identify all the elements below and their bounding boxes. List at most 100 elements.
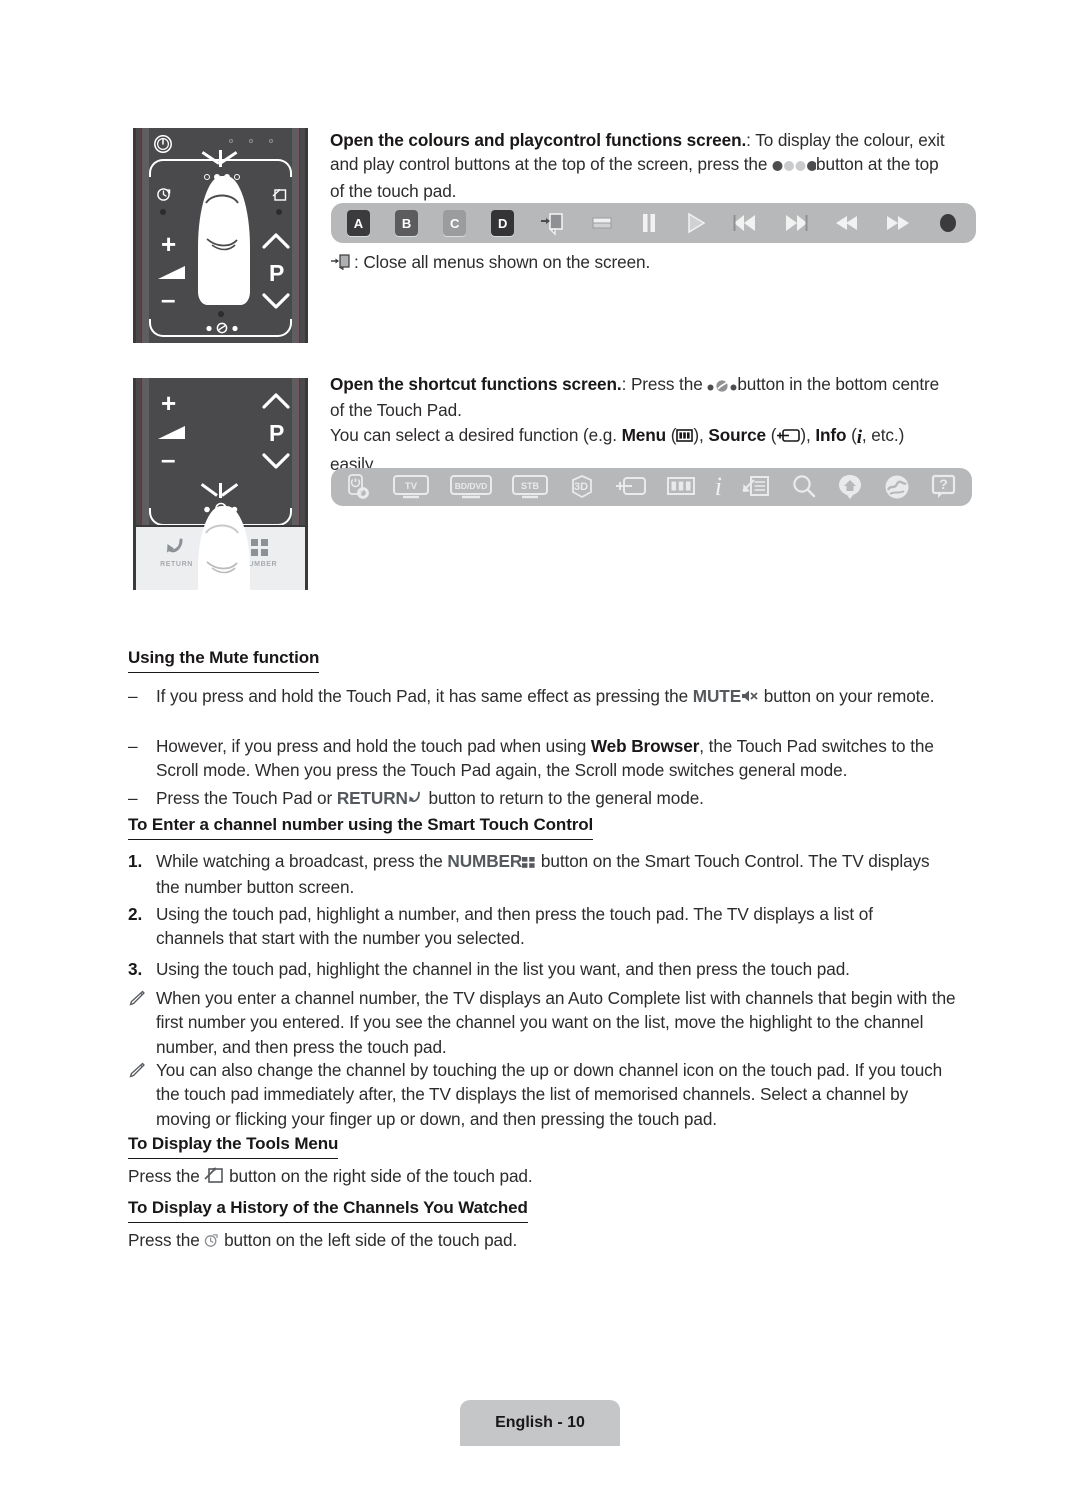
history-text-pre: Press the — [128, 1230, 205, 1250]
channel-note-2: You can also change the channel by touch… — [128, 1058, 958, 1131]
history-section-text: Press the button on the left side of the… — [128, 1228, 943, 1254]
channel-section-heading: To Enter a channel number using the Smar… — [128, 815, 593, 840]
remote-top-touchpad-illustration: + – P — [133, 128, 308, 343]
tools-text-post: button on the right side of the touch pa… — [224, 1166, 533, 1186]
number-keyword: NUMBER — [447, 851, 523, 871]
bd-dvd-icon[interactable]: BD/DVD — [449, 474, 493, 500]
step-text: Using the touch pad, highlight the chann… — [156, 959, 850, 979]
list-text: However, if you press and hold the touch… — [156, 734, 943, 783]
mute-list-item-3: – Press the Touch Pad or RETURN button t… — [128, 786, 943, 812]
menu-word: Menu — [621, 424, 667, 445]
remote-body-2: + – P RETURN NUMBER — [133, 378, 308, 590]
channel-step-3: 3. Using the touch pad, highlight the ch… — [128, 957, 943, 981]
list-text: If you press and hold the Touch Pad, it … — [156, 684, 943, 710]
fingernail-icon — [205, 194, 239, 204]
list-text-pre: Press the Touch Pad or — [156, 788, 337, 808]
number-grid-icon — [522, 851, 536, 875]
channel-down-icon — [262, 293, 290, 309]
shortcut-functions-heading: Open the shortcut functions screen. — [330, 374, 622, 394]
colours-and-playcontrol-bar[interactable]: A B C D — [331, 203, 976, 243]
history-section-heading: To Display a History of the Channels You… — [128, 1198, 528, 1223]
mute-list-item-2: – However, if you press and hold the tou… — [128, 734, 943, 783]
channel-up-icon — [262, 233, 290, 249]
list-marker: – — [128, 788, 138, 808]
web-browser-icon[interactable] — [883, 473, 911, 501]
power-icon — [154, 135, 172, 153]
list-text-pre: If you press and hold the Touch Pad, it … — [156, 686, 693, 706]
list-marker: – — [128, 736, 138, 756]
paren-open-source: ( — [766, 424, 777, 445]
power-settings-icon[interactable] — [345, 473, 373, 501]
svg-text:STB: STB — [521, 481, 540, 491]
three-d-icon[interactable]: 3D — [568, 473, 596, 501]
stop-icon[interactable] — [590, 211, 614, 235]
menu-icon[interactable] — [666, 474, 696, 500]
volume-icon — [158, 266, 185, 279]
stb-icon[interactable]: STB — [511, 474, 549, 500]
exit-icon[interactable] — [539, 210, 565, 236]
step-marker: 1. — [128, 851, 143, 871]
return-label: RETURN — [160, 561, 193, 568]
source-icon-inline — [776, 425, 801, 449]
record-icon[interactable] — [936, 211, 960, 235]
list-text: Press the Touch Pad or RETURN button to … — [156, 786, 943, 812]
tools-section-text: Press the button on the right side of th… — [128, 1164, 943, 1190]
history-text-post: button on the left side of the touch pad… — [219, 1230, 518, 1250]
four-dot-button-icon-inline — [772, 154, 818, 178]
button-d[interactable]: D — [491, 210, 515, 236]
step-text-pre: While watching a broadcast, press the — [156, 851, 448, 871]
pause-icon[interactable] — [639, 211, 659, 235]
shortcut-functions-body: : Press the — [621, 374, 703, 394]
next-icon[interactable] — [783, 211, 809, 235]
step-text: Using the touch pad, highlight a number,… — [156, 904, 873, 949]
mute-list-item-1: – If you press and hold the Touch Pad, i… — [128, 684, 943, 710]
paren-close-source: ), — [800, 424, 816, 445]
fingernail-icon-2 — [205, 524, 239, 534]
remote-body: + – P — [133, 128, 308, 343]
button-b[interactable]: B — [395, 210, 419, 236]
button-c[interactable]: C — [443, 210, 467, 236]
note-pencil-icon — [128, 986, 156, 1059]
button-a[interactable]: A — [347, 210, 370, 236]
bottom-indicator-dot — [218, 311, 224, 317]
volume-down-label-2: – — [161, 444, 176, 474]
search-icon[interactable] — [790, 473, 818, 501]
previous-icon[interactable] — [732, 211, 758, 235]
touchpad-bracket-bottom — [149, 319, 292, 337]
close-menus-text: : Close all menus shown on the screen. — [354, 252, 651, 272]
channel-note-1: When you enter a channel number, the TV … — [128, 986, 958, 1059]
colours-playcontrol-paragraph: Open the colours and playcontrol functio… — [330, 128, 947, 203]
paren-close-menu: ), — [693, 424, 709, 445]
svg-text:?: ? — [939, 476, 948, 492]
support-help-icon[interactable]: ? — [930, 473, 958, 501]
paren-open-menu: ( — [666, 424, 677, 445]
channel-list-icon[interactable] — [741, 473, 771, 501]
channel-step-1: 1. While watching a broadcast, press the… — [128, 849, 943, 900]
note-text: You can also change the channel by touch… — [156, 1060, 943, 1129]
channel-up-icon-2 — [262, 393, 290, 409]
web-browser-keyword: Web Browser — [590, 736, 700, 756]
channel-p-label: P — [269, 260, 285, 286]
return-keyword: RETURN — [336, 788, 408, 808]
remote-edge-right — [292, 128, 300, 343]
smart-hub-icon[interactable] — [836, 473, 864, 501]
step-marker: 3. — [128, 959, 143, 979]
left-indicator-dot — [160, 209, 166, 215]
list-text-pre: However, if you press and hold the touch… — [156, 736, 591, 756]
page-footer-label: English - 10 — [460, 1400, 620, 1446]
tv-icon[interactable]: TV — [392, 474, 430, 500]
svg-text:3D: 3D — [574, 481, 588, 493]
source-icon[interactable] — [615, 474, 647, 500]
play-icon[interactable] — [685, 211, 707, 235]
fast-forward-icon[interactable] — [885, 211, 911, 235]
info-word: Info — [815, 424, 847, 445]
finger-crease-icon-2 — [206, 561, 238, 574]
volume-up-label-2: + — [161, 388, 177, 418]
channel-down-icon-2 — [262, 453, 290, 469]
return-icon — [408, 788, 424, 812]
shortcut-functions-bar[interactable]: TV BD/DVD STB 3D i ? — [331, 468, 972, 506]
finger-crease-icon — [206, 238, 238, 251]
rewind-icon[interactable] — [834, 211, 860, 235]
info-icon[interactable]: i — [715, 474, 722, 500]
tools-icon — [272, 189, 287, 201]
